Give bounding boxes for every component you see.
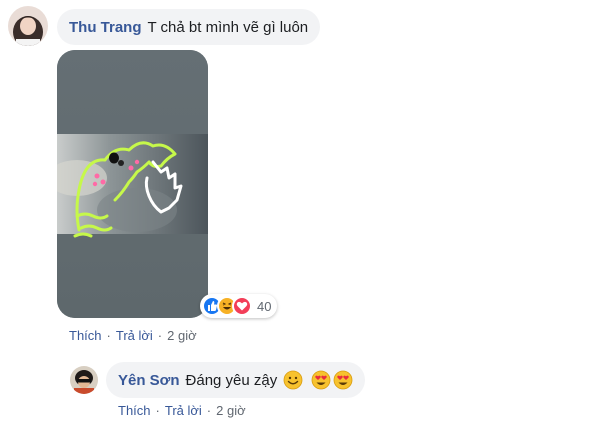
comment-timestamp[interactable]: 2 giờ — [167, 328, 197, 343]
reply-author[interactable]: Yên Sơn — [118, 372, 180, 389]
comment-text: T chả bt mình vẽ gì luôn — [147, 18, 309, 36]
comment-bubble: Thu Trang T chả bt mình vẽ gì luôn — [57, 9, 321, 45]
smile-emoji-icon — [283, 370, 303, 390]
comment-photo[interactable] — [57, 50, 208, 318]
reply-timestamp[interactable]: 2 giờ — [216, 403, 246, 418]
avatar[interactable] — [8, 6, 48, 46]
reaction-count: 40 — [257, 298, 272, 314]
like-link[interactable]: Thích — [118, 403, 151, 418]
love-icon — [232, 296, 252, 316]
like-link[interactable]: Thích — [69, 328, 102, 343]
heart-eyes-emoji-icon — [311, 370, 331, 390]
comment-author[interactable]: Thu Trang — [69, 19, 142, 36]
reply-link[interactable]: Trả lời — [165, 403, 202, 418]
avatar[interactable] — [70, 366, 98, 394]
separator-dot: · — [157, 328, 163, 343]
separator-dot: · — [155, 403, 160, 418]
reply-text: Đáng yêu zậy — [185, 371, 278, 389]
heart-eyes-emoji-icon — [333, 370, 353, 390]
separator-dot: · — [206, 403, 212, 418]
reply-link[interactable]: Trả lời — [116, 328, 153, 343]
reply-bubble: Yên Sơn Đáng yêu zậy — [106, 362, 366, 398]
separator-dot: · — [106, 328, 111, 343]
reaction-summary[interactable]: 40 — [200, 294, 278, 318]
comment-actions: Thích · Trả lời · 2 giờ — [69, 328, 197, 343]
reply-actions: Thích · Trả lời · 2 giờ — [118, 403, 246, 418]
